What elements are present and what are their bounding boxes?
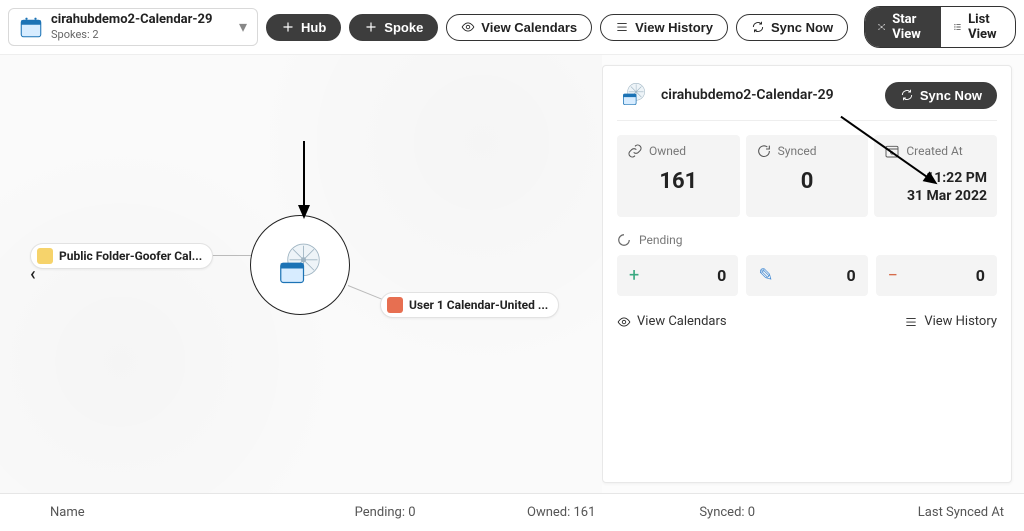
footer-last-synced: Last Synced At bbox=[872, 505, 1004, 520]
pending-edit-value: 0 bbox=[846, 266, 855, 285]
sync-icon bbox=[751, 20, 765, 34]
chevron-down-icon: ▾ bbox=[239, 17, 247, 36]
plus-icon bbox=[281, 20, 295, 34]
stat-owned-label: Owned bbox=[649, 144, 686, 158]
spoke-node[interactable]: Public Folder-Goofer Cal... bbox=[30, 243, 213, 269]
footer-name: Name bbox=[20, 505, 315, 520]
hub-icon bbox=[617, 78, 651, 112]
pending-add-value: 0 bbox=[717, 266, 726, 285]
pending-label: Pending bbox=[639, 233, 683, 247]
sync-small-icon bbox=[756, 143, 772, 159]
star-view-tab[interactable]: Star View bbox=[865, 7, 941, 47]
hub-icon bbox=[272, 237, 328, 293]
spoke-node[interactable]: User 1 Calendar-United ... bbox=[380, 292, 559, 318]
plus-icon: + bbox=[629, 265, 639, 286]
exchange-icon bbox=[37, 248, 53, 264]
eye-icon bbox=[461, 20, 475, 34]
sync-icon bbox=[900, 88, 914, 102]
panel-view-calendars-label: View Calendars bbox=[637, 314, 727, 329]
footer-pending: Pending: 0 bbox=[355, 505, 487, 520]
star-view-label: Star View bbox=[892, 12, 929, 42]
view-history-label: View History bbox=[635, 20, 713, 35]
stat-synced-value: 0 bbox=[756, 169, 859, 194]
office-icon bbox=[387, 297, 403, 313]
panel-view-history-link[interactable]: View History bbox=[904, 314, 997, 329]
selector-title: cirahubdemo2-Calendar-29 bbox=[51, 13, 231, 27]
footer-synced: Synced: 0 bbox=[699, 505, 831, 520]
add-spoke-button[interactable]: Spoke bbox=[349, 14, 438, 41]
add-hub-button[interactable]: Hub bbox=[266, 14, 341, 41]
panel-sync-now-label: Sync Now bbox=[920, 88, 982, 103]
pending-remove-value: 0 bbox=[976, 266, 985, 285]
stat-owned: Owned 161 bbox=[617, 135, 740, 217]
panel-sync-now-button[interactable]: Sync Now bbox=[885, 82, 997, 109]
panel-view-calendars-link[interactable]: View Calendars bbox=[617, 314, 727, 329]
stat-synced-label: Synced bbox=[778, 144, 817, 158]
panel-view-history-label: View History bbox=[924, 314, 997, 329]
view-toggle: Star View List View bbox=[864, 6, 1016, 48]
minus-icon: − bbox=[888, 265, 898, 286]
eye-icon bbox=[617, 315, 631, 329]
spoke-label: Public Folder-Goofer Cal... bbox=[59, 249, 202, 263]
view-calendars-label: View Calendars bbox=[481, 20, 577, 35]
annotation-arrow bbox=[294, 141, 314, 221]
plus-icon bbox=[364, 20, 378, 34]
spinner-icon bbox=[617, 233, 631, 247]
list-view-tab[interactable]: List View bbox=[941, 7, 1015, 47]
pending-remove: − 0 bbox=[876, 255, 997, 296]
view-history-button[interactable]: View History bbox=[600, 14, 728, 41]
list-view-label: List View bbox=[968, 12, 1003, 42]
pending-add: + 0 bbox=[617, 255, 738, 296]
hub-node[interactable] bbox=[250, 215, 350, 315]
pencil-icon: ✎ bbox=[758, 265, 773, 286]
view-calendars-button[interactable]: View Calendars bbox=[446, 14, 592, 41]
sync-now-button[interactable]: Sync Now bbox=[736, 14, 848, 41]
details-panel: cirahubdemo2-Calendar-29 Sync Now Owned … bbox=[602, 65, 1012, 483]
star-graph-icon bbox=[877, 20, 886, 34]
stat-synced: Synced 0 bbox=[746, 135, 869, 217]
summary-bar: Name Pending: 0 Owned: 161 Synced: 0 Las… bbox=[0, 493, 1024, 531]
panel-title: cirahubdemo2-Calendar-29 bbox=[661, 87, 875, 103]
list-icon bbox=[953, 20, 962, 34]
sync-now-label: Sync Now bbox=[771, 20, 833, 35]
link-icon bbox=[627, 143, 643, 159]
calendar-icon bbox=[19, 15, 43, 39]
add-spoke-label: Spoke bbox=[384, 20, 423, 35]
pending-edit: ✎ 0 bbox=[746, 255, 867, 296]
list-icon bbox=[615, 20, 629, 34]
selector-sub: Spokes: 2 bbox=[51, 28, 231, 41]
hub-selector[interactable]: cirahubdemo2-Calendar-29 Spokes: 2 ▾ bbox=[8, 8, 258, 45]
footer-owned: Owned: 161 bbox=[527, 505, 659, 520]
add-hub-label: Hub bbox=[301, 20, 326, 35]
graph-canvas[interactable]: ‹ Public Folder-Goofer Cal... User 1 Cal… bbox=[0, 55, 602, 493]
spoke-label: User 1 Calendar-United ... bbox=[409, 298, 548, 312]
list-icon bbox=[904, 315, 918, 329]
stat-owned-value: 161 bbox=[627, 169, 730, 194]
